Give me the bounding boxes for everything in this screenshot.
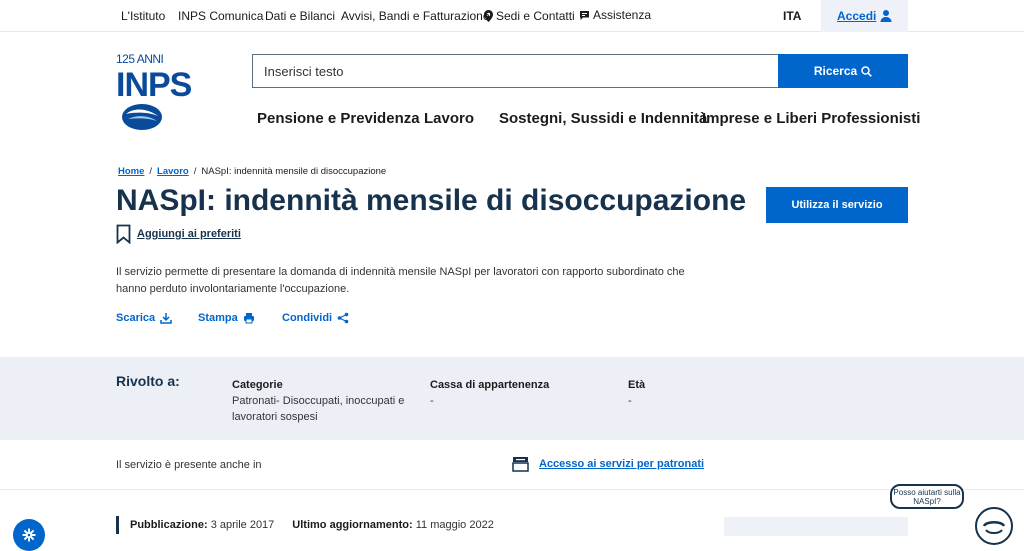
- patronati-access-label: Accesso ai servizi per patronati: [539, 458, 705, 470]
- nav-imprese[interactable]: Imprese e Liberi Professionisti: [702, 110, 920, 127]
- service-description: Il servizio permette di presentare la do…: [116, 266, 685, 295]
- accessibility-button[interactable]: [13, 519, 45, 551]
- topbar-link-sedi[interactable]: Sedi e Contatti: [484, 9, 575, 23]
- logo-anniversary: 125 ANNI: [116, 52, 164, 66]
- login-button[interactable]: Accedi: [821, 0, 908, 32]
- search-button-label: Ricerca: [813, 64, 858, 78]
- publication-info: Pubblicazione: 3 aprile 2017 Ultimo aggi…: [116, 516, 494, 534]
- chat-icon: [580, 10, 589, 20]
- bookmark-icon: [116, 224, 131, 244]
- share-icon: [337, 312, 349, 324]
- search-icon: [861, 65, 873, 77]
- publication-label: Pubblicazione:: [130, 519, 208, 531]
- map-pin-icon: [484, 10, 493, 22]
- gear-icon: [22, 528, 36, 542]
- update-date: 11 maggio 2022: [415, 519, 494, 531]
- also-available-text: Il servizio è presente anche in: [116, 459, 262, 471]
- page-title: NASpI: indennità mensile di disoccupazio…: [116, 184, 747, 217]
- also-available-section: Il servizio è presente anche in Accesso …: [0, 440, 1024, 490]
- cassa-value: -: [430, 395, 434, 407]
- topbar-link-dati-bilanci[interactable]: Dati e Bilanci: [265, 9, 335, 23]
- breadcrumb-home[interactable]: Home: [118, 166, 144, 177]
- eta-value: -: [628, 395, 632, 407]
- topbar-assistenza-label: Assistenza: [593, 8, 652, 22]
- nav-lavoro[interactable]: Lavoro: [424, 110, 474, 127]
- chatbot-bubble[interactable]: Posso aiutarti sulla NASpI?: [890, 484, 964, 509]
- categorie-block: Categorie Patronati- Disoccupati, inoccu…: [232, 377, 412, 425]
- topbar-sedi-label: Sedi e Contatti: [496, 9, 575, 23]
- categorie-value: Patronati- Disoccupati, inoccupati e lav…: [232, 395, 405, 423]
- search-button[interactable]: Ricerca: [778, 54, 908, 88]
- update-label: Ultimo aggiornamento:: [292, 519, 413, 531]
- download-label: Scarica: [116, 312, 156, 324]
- language-selector[interactable]: ITA: [783, 9, 801, 23]
- cassa-label: Cassa di appartenenza: [430, 379, 550, 391]
- eta-block: Età -: [628, 377, 808, 409]
- breadcrumb: Home / Lavoro / NASpI: indennità mensile di …: [118, 166, 387, 177]
- nav-sostegni[interactable]: Sostegni, Sussidi e Indennità: [499, 110, 707, 127]
- breadcrumb-lavoro[interactable]: Lavoro: [157, 166, 189, 177]
- add-favorite-label: Aggiungi ai preferiti: [137, 228, 241, 240]
- topbar-link-assistenza[interactable]: Assistenza: [579, 8, 651, 22]
- nav-pensione[interactable]: Pensione e Previdenza: [257, 110, 420, 127]
- use-service-button[interactable]: Utilizza il servizio: [766, 187, 908, 223]
- categorie-label: Categorie: [232, 379, 283, 391]
- top-utility-bar: L'Istituto INPS Comunica Dati e Bilanci …: [0, 0, 1024, 32]
- search-input[interactable]: [252, 54, 779, 88]
- share-link[interactable]: Condividi: [282, 312, 349, 324]
- print-link[interactable]: Stampa: [198, 312, 255, 324]
- topbar-link-avvisi[interactable]: Avvisi, Bandi e Fatturazione: [341, 9, 490, 23]
- logo-emblem-icon: [122, 104, 162, 130]
- chatbot-avatar[interactable]: [975, 507, 1013, 545]
- user-icon: [880, 10, 892, 22]
- chatbot-face-icon: [982, 521, 1006, 534]
- eta-label: Età: [628, 379, 646, 391]
- topbar-link-istituto[interactable]: L'Istituto: [121, 9, 165, 23]
- inps-logo[interactable]: 125 ANNI INPS: [116, 52, 192, 132]
- publication-date: 3 aprile 2017: [210, 519, 275, 531]
- publication-date-block: Pubblicazione: 3 aprile 2017: [130, 519, 274, 531]
- add-favorite-link[interactable]: Aggiungi ai preferiti: [116, 224, 241, 244]
- update-date-block: Ultimo aggiornamento: 11 maggio 2022: [292, 519, 494, 531]
- breadcrumb-current: NASpI: indennità mensile di disoccupazio…: [201, 166, 387, 177]
- patronati-access-link[interactable]: Accesso ai servizi per patronati: [512, 456, 704, 472]
- cassa-block: Cassa di appartenenza -: [430, 377, 610, 409]
- download-link[interactable]: Scarica: [116, 312, 172, 324]
- login-label: Accedi: [837, 9, 877, 23]
- download-icon: [160, 313, 172, 324]
- share-label: Condividi: [282, 312, 333, 324]
- side-info-box: [724, 517, 908, 536]
- target-audience-section: Rivolto a: Categorie Patronati- Disoccup…: [0, 357, 1024, 440]
- logo-brand: INPS: [116, 66, 192, 104]
- topbar-link-inps-comunica[interactable]: INPS Comunica: [178, 9, 263, 23]
- print-icon: [243, 313, 254, 324]
- target-audience-heading: Rivolto a:: [116, 373, 180, 389]
- print-label: Stampa: [198, 312, 238, 324]
- service-desk-icon: [512, 457, 529, 472]
